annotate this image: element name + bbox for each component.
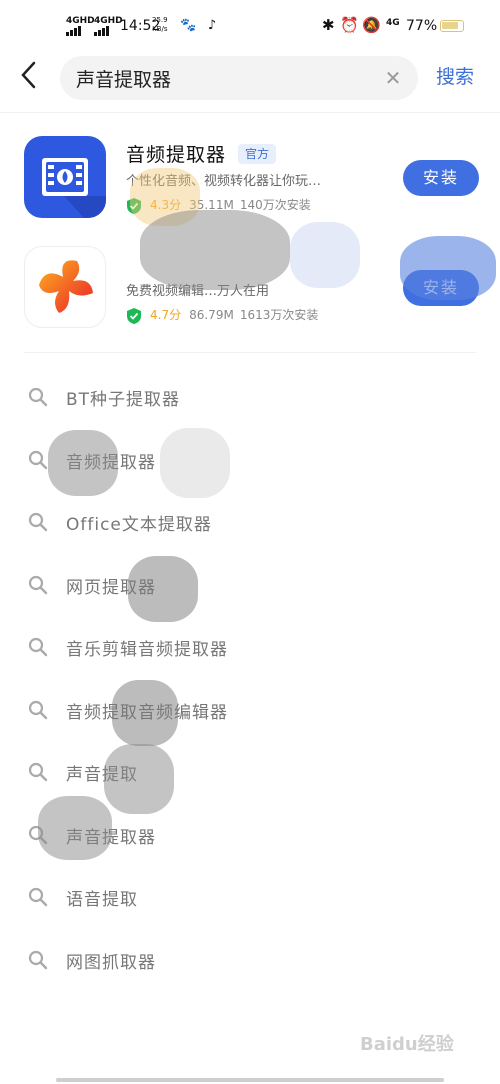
app-icon-audio-extractor [24,136,106,218]
mute-icon: 🔕 [362,16,381,34]
header-divider [0,112,500,113]
signal-indicator-1: 4GHD [66,16,95,36]
verified-shield-icon [127,307,141,324]
suggestion-item[interactable]: 语音提取 [0,866,500,929]
chevron-left-icon [21,61,36,89]
app-meta: 4.3分 35.11M 140万次安装 [126,196,311,215]
suggestion-text: 音频提取音频编辑器 [66,702,228,723]
speed-unit: KB/s [152,25,168,33]
back-button[interactable] [18,60,44,96]
search-icon [28,575,48,594]
alarm-icon: ⏰ [340,16,359,34]
tiktok-icon: ♪ [207,18,217,33]
suggestion-item[interactable]: 音频提取音频编辑器 [0,679,500,742]
signal-label-2: 4GHD [94,16,123,26]
watermark: Baidu经验 [360,1034,454,1055]
suggestion-item[interactable]: 网图抓取器 [0,929,500,992]
suggestion-item[interactable]: 网页提取器 [0,554,500,617]
battery-icon [440,20,464,32]
search-icon [28,387,48,407]
signal-bars-icon [94,26,110,36]
search-input[interactable] [76,56,376,100]
app-description: 个性化音频、视频转化器让你玩… [126,174,322,189]
clear-search-icon[interactable]: ✕ [382,67,404,89]
star-logo-icon [39,260,93,313]
search-icon [28,450,48,469]
film-ticket-icon [42,158,106,218]
app-description: 免费视频编辑…万人在用 [126,284,270,299]
search-bar[interactable]: ✕ [60,56,418,100]
app-icon-video-editor [24,246,106,328]
app-size: 35.11M [189,198,234,212]
suggestion-text: 音频提取器 [66,452,156,473]
install-button[interactable]: 安装 [403,160,479,196]
suggestion-text: 音乐剪辑音频提取器 [66,640,228,660]
network-speed: 25.9 KB/s [152,16,168,34]
suggestion-item[interactable]: 音频提取器 [0,429,500,492]
app-result-item[interactable]: 免费视频编辑…万人在用 4.7分 86.79M 1613万次安装 安装 [0,246,500,346]
search-icon [28,637,48,657]
app-installs: 1613万次安装 [239,308,319,322]
suggestion-list: BT种子提取器 音频提取器 Office文本提取器 网页提取器 音乐剪辑音频提取… [0,366,500,991]
search-icon [28,762,48,782]
suggestion-item[interactable]: 声音提取器 [0,804,500,867]
official-badge: 官方 [238,144,277,164]
search-icon [28,825,48,844]
app-meta: 4.7分 86.79M 1613万次安装 [126,306,318,325]
baidu-paw-icon: 🐾 [180,18,197,33]
app-installs: 140万次安装 [239,198,311,212]
suggestion-text: 语音提取 [66,890,138,910]
app-rating: 4.7分 [150,308,182,322]
suggestion-text: 声音提取 [66,765,138,785]
app-result-item[interactable]: 音频提取器 官方 个性化音频、视频转化器让你玩… 4.3分 35.11M 140万次… [0,136,500,236]
verified-shield-icon [127,197,141,214]
network-type: 4G [386,18,400,28]
status-bar: 4GHD 4GHD 14:52 25.9 KB/s 🐾 ♪ ✱ ⏰ 🔕 4G 7… [0,0,500,52]
signal-indicator-2: 4GHD [94,16,123,36]
search-button[interactable]: 搜索 [436,62,474,89]
search-icon [28,950,48,969]
speed-value: 25.9 [152,16,168,24]
app-size: 86.79M [189,308,234,322]
search-icon [28,887,48,907]
suggestion-text: Office文本提取器 [66,515,212,535]
battery-percent: 77% [406,18,438,34]
suggestion-item[interactable]: BT种子提取器 [0,366,500,429]
suggestion-text: 网页提取器 [66,577,156,598]
search-icon [28,700,48,719]
suggestion-item[interactable]: 声音提取 [0,741,500,804]
app-rating: 4.3分 [150,198,182,212]
signal-bars-icon [66,26,82,36]
install-button[interactable]: 安装 [403,270,479,306]
app-name: 音频提取器 [126,144,227,166]
home-indicator[interactable] [56,1078,444,1082]
suggestion-text: BT种子提取器 [66,390,181,410]
suggestion-item[interactable]: Office文本提取器 [0,491,500,554]
suggestion-text: 声音提取器 [66,827,156,848]
bluetooth-icon: ✱ [322,16,335,34]
suggestion-item[interactable]: 音乐剪辑音频提取器 [0,616,500,679]
search-icon [28,512,48,532]
suggestion-text: 网图抓取器 [66,952,156,973]
section-divider [24,352,476,353]
signal-label-1: 4GHD [66,16,95,26]
